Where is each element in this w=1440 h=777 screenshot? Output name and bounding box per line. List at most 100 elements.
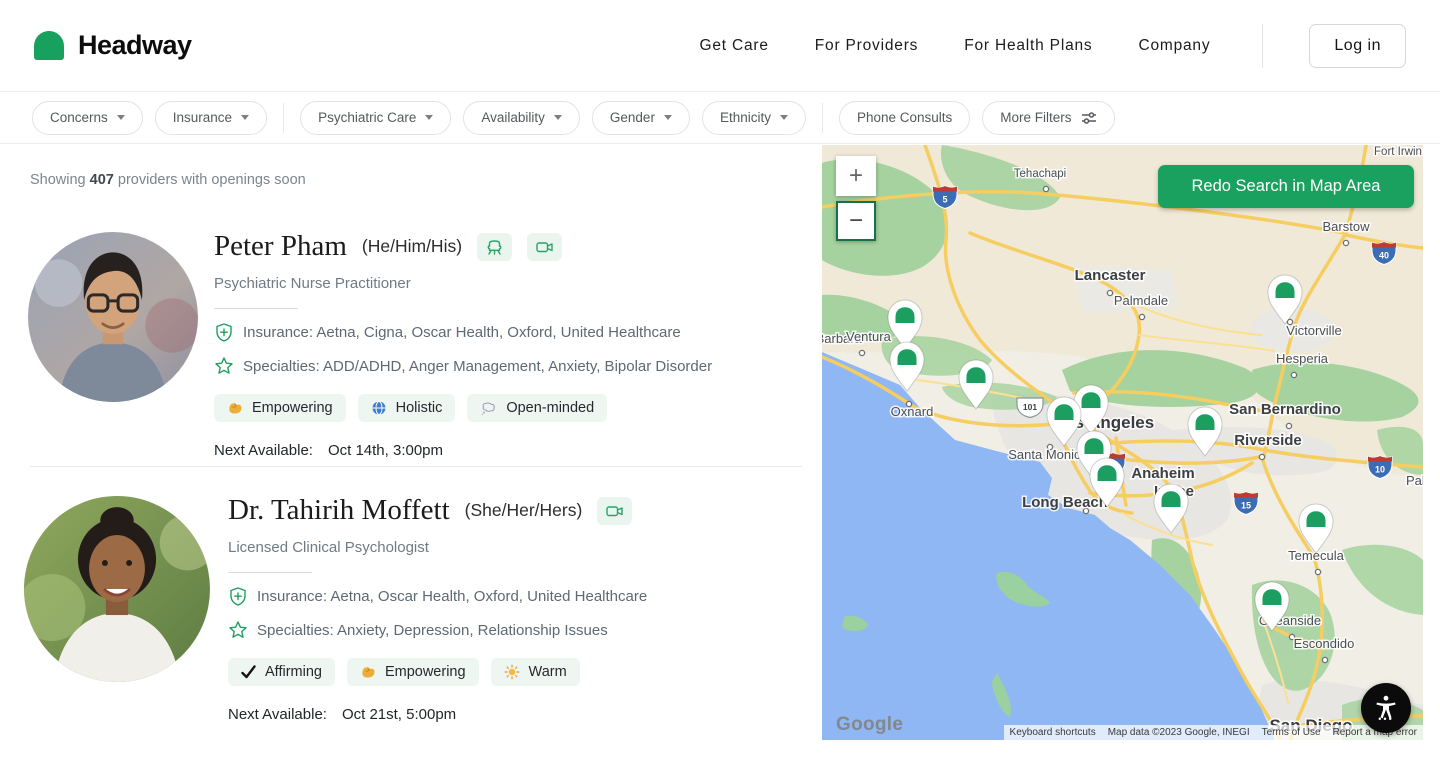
provider-pronouns: (He/Him/His) <box>362 236 462 257</box>
map-city-label: Fort Irwin <box>1374 146 1422 158</box>
map-city-label: Long Beach <box>1022 494 1108 511</box>
filter-divider <box>822 103 823 133</box>
map-panel[interactable]: Fort IrwinTehachapiBarstowLancasterPalmd… <box>822 145 1423 740</box>
svg-text:101: 101 <box>1023 402 1037 412</box>
star-icon <box>214 356 234 376</box>
chevron-down-icon <box>117 115 125 120</box>
zoom-in-button[interactable]: + <box>836 156 876 196</box>
map-city-label: Victorville <box>1286 323 1341 338</box>
svg-text:40: 40 <box>1379 251 1389 261</box>
map-city-label: San Bernardino <box>1229 401 1341 418</box>
tag-open-minded: Open-minded <box>467 394 607 422</box>
next-available-row: Next Available: Oct 21st, 5:00pm <box>228 706 810 723</box>
chevron-down-icon <box>425 115 433 120</box>
video-chip <box>597 497 632 525</box>
provider-name[interactable]: Dr. Tahirih Moffett <box>228 494 450 527</box>
nav-for-providers[interactable]: For Providers <box>815 37 918 55</box>
video-camera-icon <box>605 503 624 519</box>
specialties-row: Specialties: Anxiety, Depression, Relati… <box>228 620 810 640</box>
muscle-icon <box>227 400 243 416</box>
filter-more-filters[interactable]: More Filters <box>982 101 1114 135</box>
map-canvas[interactable]: Fort IrwinTehachapiBarstowLancasterPalmd… <box>822 145 1423 740</box>
filter-insurance[interactable]: Insurance <box>155 101 267 135</box>
shield-plus-icon <box>214 322 234 343</box>
headway-logo-icon <box>34 31 64 60</box>
terms-link[interactable]: Terms of Use <box>1256 725 1327 740</box>
tag-warm: Warm <box>491 658 580 686</box>
map-zoom-control: + − <box>836 156 876 241</box>
redo-search-button[interactable]: Redo Search in Map Area <box>1158 165 1414 208</box>
provider-photo-illustration <box>28 232 198 402</box>
checkmark-icon <box>241 665 256 679</box>
sun-icon <box>504 664 520 680</box>
map-city-label: Santa Monica <box>1008 447 1088 462</box>
filter-ethnicity[interactable]: Ethnicity <box>702 101 806 135</box>
tag-empowering: Empowering <box>347 658 479 686</box>
top-header: Headway Get Care For Providers For Healt… <box>0 0 1440 92</box>
video-chip <box>527 233 562 261</box>
filter-gender[interactable]: Gender <box>592 101 690 135</box>
provider-credential: Licensed Clinical Psychologist <box>228 539 810 556</box>
main-nav: Get Care For Providers For Health Plans … <box>699 24 1406 68</box>
nav-for-health-plans[interactable]: For Health Plans <box>964 37 1092 55</box>
results-count: Showing 407 providers with openings soon <box>30 172 306 188</box>
nav-divider <box>1262 24 1263 68</box>
provider-card[interactable]: Dr. Tahirih Moffett (She/Her/Hers) Licen… <box>24 494 810 723</box>
filter-bar: Concerns Insurance Psychiatric Care Avai… <box>0 92 1440 144</box>
insurance-text: Insurance: Aetna, Oscar Health, Oxford, … <box>257 588 647 605</box>
insurance-text: Insurance: Aetna, Cigna, Oscar Health, O… <box>243 324 681 341</box>
svg-text:5: 5 <box>942 195 947 205</box>
accessibility-widget-button[interactable]: ••• <box>1361 683 1411 733</box>
nav-get-care[interactable]: Get Care <box>699 37 768 55</box>
filter-concerns[interactable]: Concerns <box>32 101 143 135</box>
map-attribution: Keyboard shortcuts Map data ©2023 Google… <box>1004 725 1423 740</box>
in-person-chip <box>477 233 512 261</box>
tag-empowering: Empowering <box>214 394 346 422</box>
thought-bubble-icon <box>480 400 497 416</box>
video-camera-icon <box>535 239 554 255</box>
next-available-label: Next Available: <box>214 442 313 459</box>
map-city-label: Barstow <box>1323 219 1371 234</box>
headway-logo[interactable]: Headway <box>34 30 192 61</box>
zoom-out-button[interactable]: − <box>836 201 876 241</box>
tag-affirming: Affirming <box>228 658 335 686</box>
map-city-label: Lancaster <box>1075 267 1146 284</box>
next-available-label: Next Available: <box>228 706 327 723</box>
map-city-label: Anaheim <box>1131 465 1194 482</box>
personality-tags: Empowering Holistic Open-minded <box>214 394 808 422</box>
next-available-row: Next Available: Oct 14th, 3:00pm <box>214 442 808 459</box>
tag-holistic: Holistic <box>358 394 456 422</box>
shield-plus-icon <box>228 586 248 607</box>
svg-text:10: 10 <box>1375 465 1385 475</box>
filter-availability[interactable]: Availability <box>463 101 580 135</box>
filter-divider <box>283 103 284 133</box>
nav-company[interactable]: Company <box>1138 37 1210 55</box>
chevron-down-icon <box>241 115 249 120</box>
sliders-icon <box>1081 111 1097 125</box>
specialties-text: Specialties: Anxiety, Depression, Relati… <box>257 622 608 639</box>
provider-card[interactable]: Peter Pham (He/Him/His) Psychiatric Nurs… <box>28 230 808 459</box>
insurance-row: Insurance: Aetna, Oscar Health, Oxford, … <box>228 586 810 607</box>
filter-psychiatric-care[interactable]: Psychiatric Care <box>300 101 451 135</box>
login-button[interactable]: Log in <box>1309 24 1406 68</box>
map-city-label: Escondido <box>1294 636 1355 651</box>
map-data-text: Map data ©2023 Google, INEGI <box>1102 725 1256 740</box>
provider-photo[interactable] <box>24 496 210 682</box>
map-city-label: Ventura <box>846 329 892 344</box>
next-available-value: Oct 14th, 3:00pm <box>328 442 443 459</box>
globe-icon <box>371 400 387 416</box>
provider-photo-illustration <box>24 496 210 682</box>
accessibility-dots: ••• <box>1378 717 1393 721</box>
map-city-label: Palmdale <box>1114 293 1168 308</box>
keyboard-shortcuts-link[interactable]: Keyboard shortcuts <box>1004 725 1102 740</box>
provider-photo[interactable] <box>28 232 198 402</box>
chair-icon <box>485 238 504 256</box>
personality-tags: Affirming Empowering Warm <box>228 658 810 686</box>
map-city-label: Oxnard <box>891 404 934 419</box>
provider-name[interactable]: Peter Pham <box>214 230 347 263</box>
filter-phone-consults[interactable]: Phone Consults <box>839 101 970 135</box>
specialties-text: Specialties: ADD/ADHD, Anger Management,… <box>243 358 712 375</box>
chevron-down-icon <box>664 115 672 120</box>
specialties-row: Specialties: ADD/ADHD, Anger Management,… <box>214 356 808 376</box>
chevron-down-icon <box>780 115 788 120</box>
